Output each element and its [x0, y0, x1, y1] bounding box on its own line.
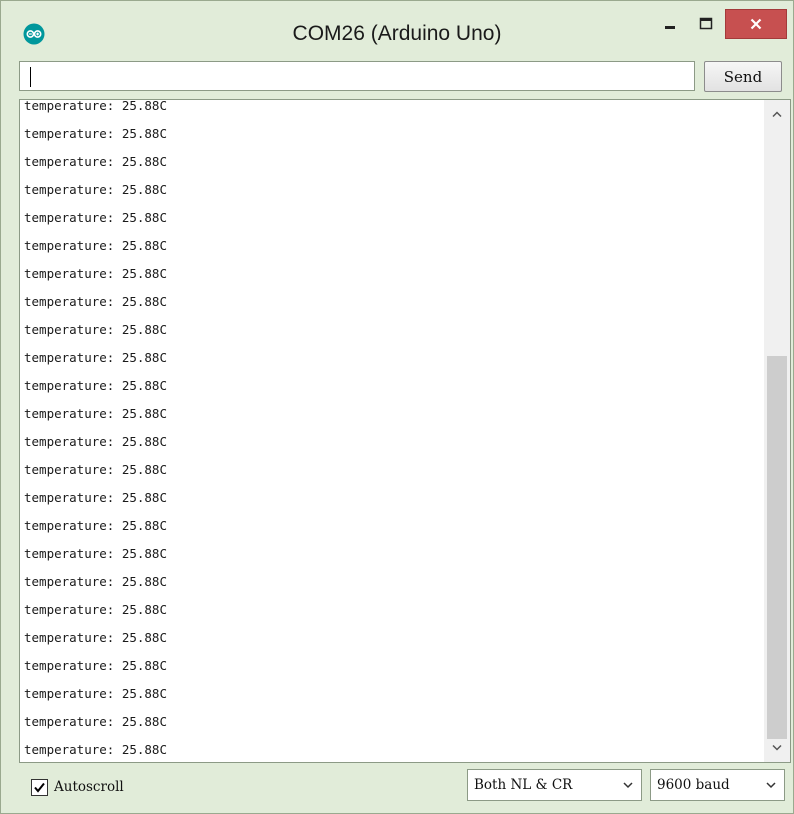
chevron-up-icon	[772, 111, 782, 118]
line-ending-value: Both NL & CR	[474, 777, 573, 793]
send-button[interactable]: Send	[704, 61, 782, 92]
close-button[interactable]	[725, 9, 787, 39]
autoscroll-checkbox[interactable]	[31, 778, 48, 796]
output-line: temperature: 25.88C	[24, 434, 167, 449]
text-caret	[30, 67, 31, 87]
output-line: temperature: 25.88C	[24, 602, 167, 617]
output-line: temperature: 25.88C	[24, 658, 167, 673]
output-lines: temperature: 25.88C temperature: 25.88C te…	[24, 99, 762, 762]
output-line: temperature: 25.88C	[24, 294, 167, 309]
serial-output[interactable]: temperature: 25.88C temperature: 25.88C te…	[19, 99, 791, 763]
output-line: temperature: 25.88C	[24, 182, 167, 197]
close-icon	[750, 18, 762, 30]
minimize-button[interactable]	[653, 9, 687, 39]
output-line: temperature: 25.88C	[24, 238, 167, 253]
output-line: temperature: 25.88C	[24, 462, 167, 477]
output-line: temperature: 25.88C	[24, 574, 167, 589]
autoscroll-toggle[interactable]: Autoscroll	[31, 777, 124, 797]
output-line: temperature: 25.88C	[24, 630, 167, 645]
serial-monitor-window: COM26 (Arduino Uno) Send temperature: 25…	[0, 0, 794, 814]
scrollbar-thumb[interactable]	[767, 356, 787, 739]
output-line: temperature: 25.88C	[24, 322, 167, 337]
output-line: temperature: 25.88C	[24, 210, 167, 225]
output-line: temperature: 25.88C	[24, 126, 167, 141]
line-ending-select[interactable]: Both NL & CR	[467, 769, 642, 801]
output-line: temperature: 25.88C	[24, 266, 167, 281]
output-line: temperature: 25.88C	[24, 490, 167, 505]
scroll-up-button[interactable]	[764, 104, 790, 124]
output-line: temperature: 25.88C	[24, 99, 167, 113]
output-line: temperature: 25.88C	[24, 714, 167, 729]
baud-rate-select[interactable]: 9600 baud	[650, 769, 785, 801]
baud-rate-value: 9600 baud	[657, 777, 730, 793]
vertical-scrollbar[interactable]	[764, 100, 790, 762]
maximize-icon	[699, 17, 713, 30]
chevron-down-icon	[772, 744, 782, 751]
output-line: temperature: 25.88C	[24, 154, 167, 169]
output-line: temperature: 25.88C	[24, 546, 167, 561]
output-line: temperature: 25.88C	[24, 518, 167, 533]
output-line: temperature: 25.88C	[24, 350, 167, 365]
chevron-down-icon	[766, 782, 776, 789]
output-line: temperature: 25.88C	[24, 686, 167, 701]
autoscroll-label: Autoscroll	[54, 779, 124, 795]
title-bar[interactable]: COM26 (Arduino Uno)	[1, 1, 793, 53]
send-input[interactable]	[19, 61, 695, 91]
checkmark-icon	[34, 782, 45, 793]
maximize-button[interactable]	[689, 9, 723, 39]
chevron-down-icon	[623, 782, 633, 789]
output-line: temperature: 25.88C	[24, 742, 167, 757]
minimize-icon	[665, 26, 675, 29]
scroll-down-button[interactable]	[764, 738, 790, 758]
output-line: temperature: 25.88C	[24, 406, 167, 421]
output-line: temperature: 25.88C	[24, 378, 167, 393]
